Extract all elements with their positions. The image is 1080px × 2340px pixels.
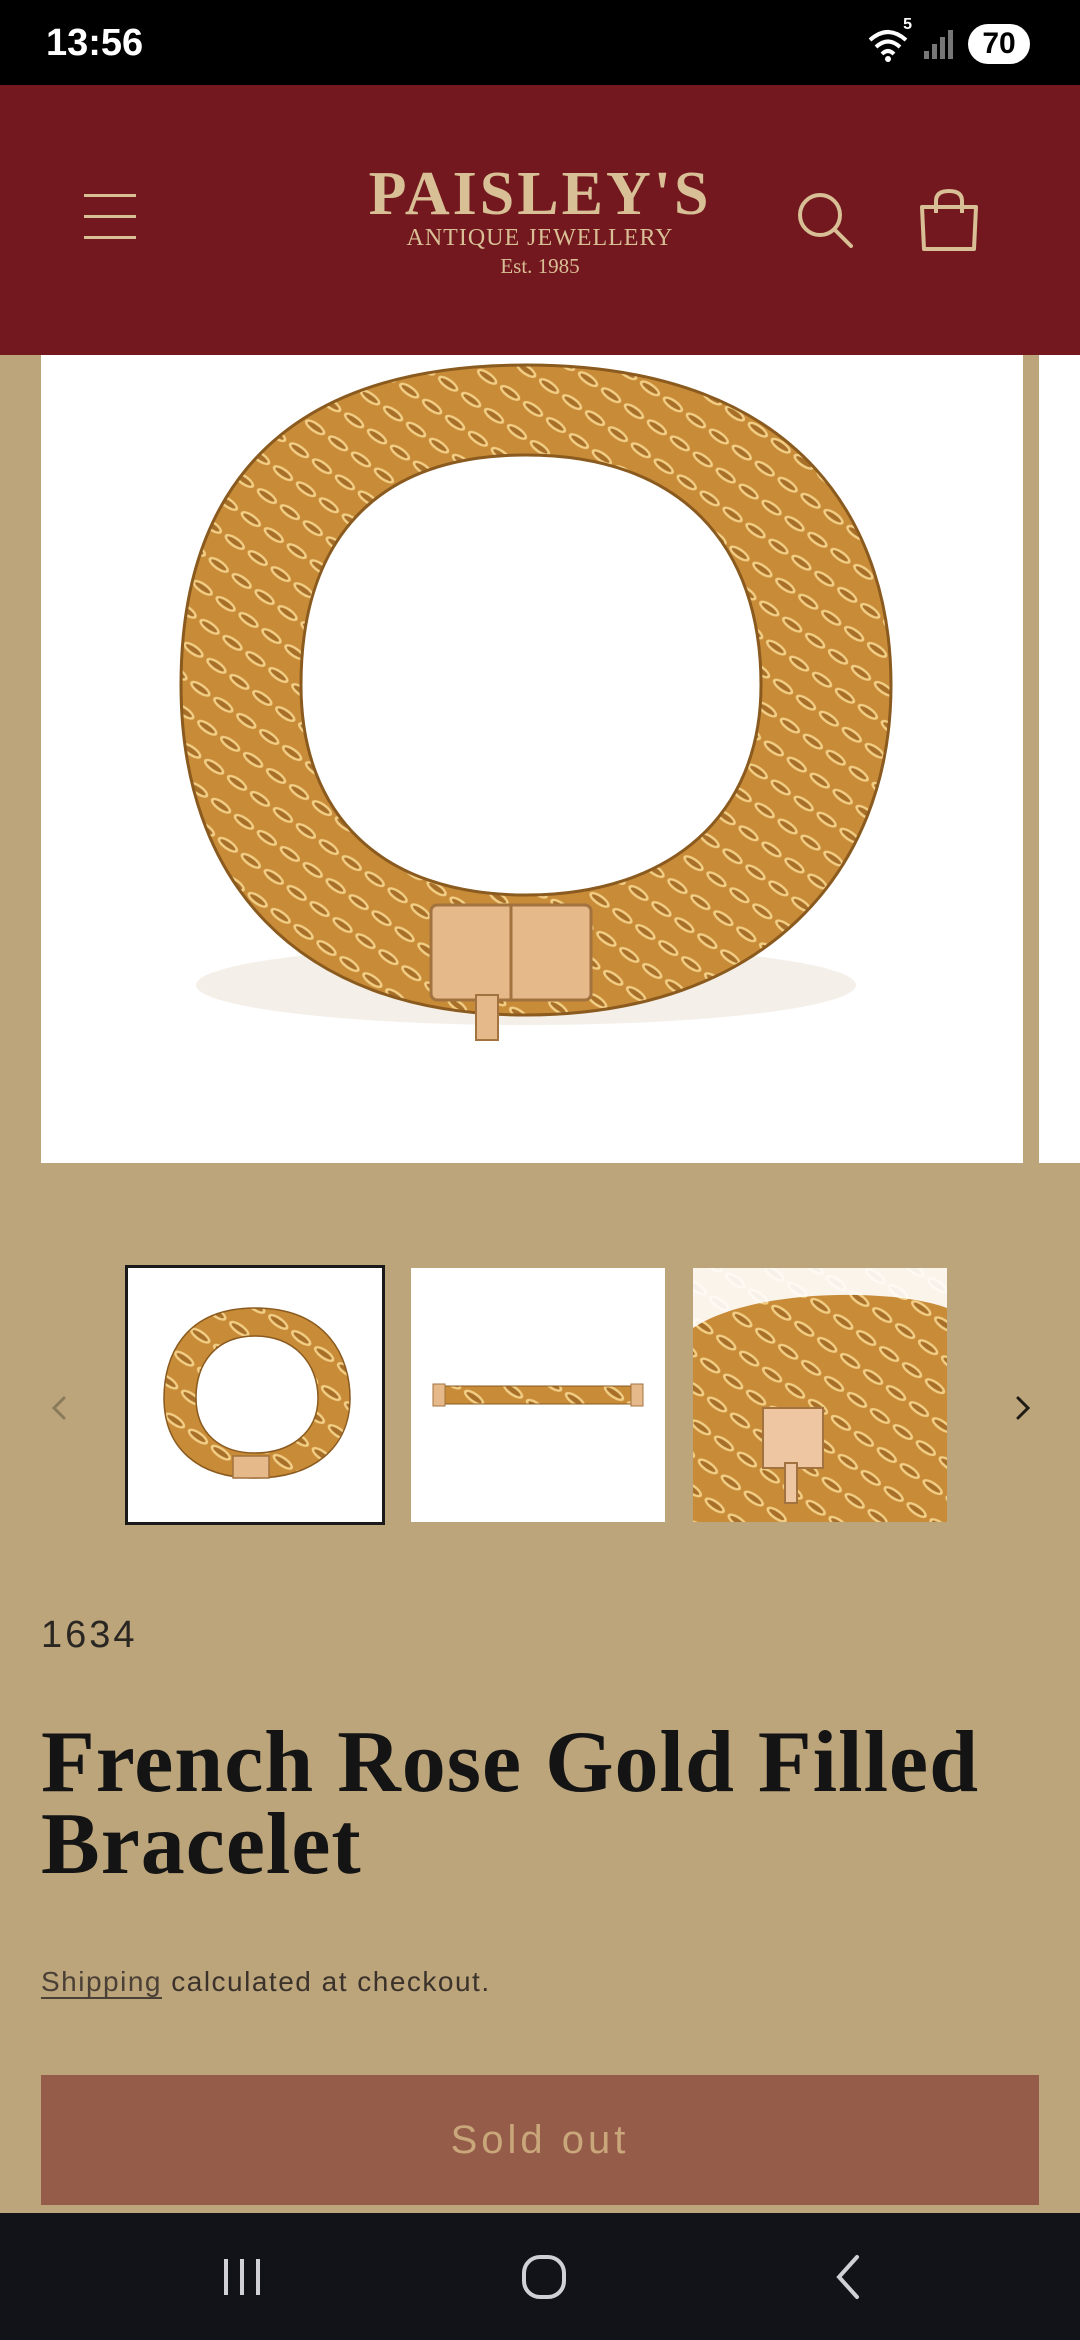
battery-icon: 70 (968, 24, 1030, 64)
search-button[interactable] (795, 190, 855, 250)
product-title: French Rose Gold Filled Bracelet (41, 1714, 980, 1893)
logo-est-text: Est. 1985 (500, 254, 580, 278)
thumbnail-3[interactable] (693, 1268, 947, 1522)
logo-sub-text: ANTIQUE JEWELLERY (406, 225, 674, 251)
site-header: PAISLEY'S ANTIQUE JEWELLERY Est. 1985 (0, 85, 1080, 355)
chevron-left-icon (51, 1396, 66, 1420)
thumbnail-1[interactable] (125, 1265, 385, 1525)
menu-button[interactable] (80, 190, 140, 242)
chevron-right-icon (1016, 1396, 1031, 1420)
back-icon (836, 2255, 859, 2299)
status-time: 13:56 (46, 22, 144, 64)
search-icon (798, 193, 853, 248)
shipping-info: Shipping calculated at checkout. (41, 1966, 491, 1998)
recent-apps-button[interactable] (207, 2251, 277, 2303)
wifi-badge: 5 (903, 16, 912, 33)
status-bar: 13:56 5 70 (0, 0, 1080, 85)
product-sku: 1634 (41, 1614, 138, 1656)
recent-apps-icon (224, 2259, 260, 2295)
bracelet-round-thumbnail (163, 1307, 351, 1479)
product-main-image[interactable] (41, 355, 1023, 1163)
home-icon (522, 2255, 566, 2299)
bracelet-flat-thumbnail (432, 1383, 644, 1407)
bracelet-image (179, 363, 893, 1041)
cart-icon (920, 188, 978, 251)
thumbnail-prev-button[interactable] (40, 1388, 80, 1428)
thumbnail-next-button[interactable] (1002, 1388, 1042, 1428)
shipping-suffix: calculated at checkout. (161, 1966, 491, 1997)
status-icons: 5 70 (866, 16, 1030, 64)
menu-icon (84, 194, 136, 239)
bracelet-clasp-thumbnail (693, 1268, 947, 1522)
sold-out-button[interactable]: Sold out (41, 2075, 1039, 2205)
system-nav-bar (0, 2213, 1080, 2340)
signal-icon (922, 27, 956, 61)
back-button[interactable] (812, 2251, 882, 2303)
home-button[interactable] (509, 2251, 579, 2303)
thumbnail-2[interactable] (411, 1268, 665, 1522)
shipping-link[interactable]: Shipping (41, 1966, 162, 1997)
logo-main-text: PAISLEY'S (368, 160, 712, 228)
cart-button[interactable] (918, 187, 980, 253)
store-logo[interactable]: PAISLEY'S ANTIQUE JEWELLERY Est. 1985 (340, 163, 740, 281)
wifi-icon: 5 (866, 16, 912, 64)
next-image-peek[interactable] (1039, 355, 1080, 1163)
